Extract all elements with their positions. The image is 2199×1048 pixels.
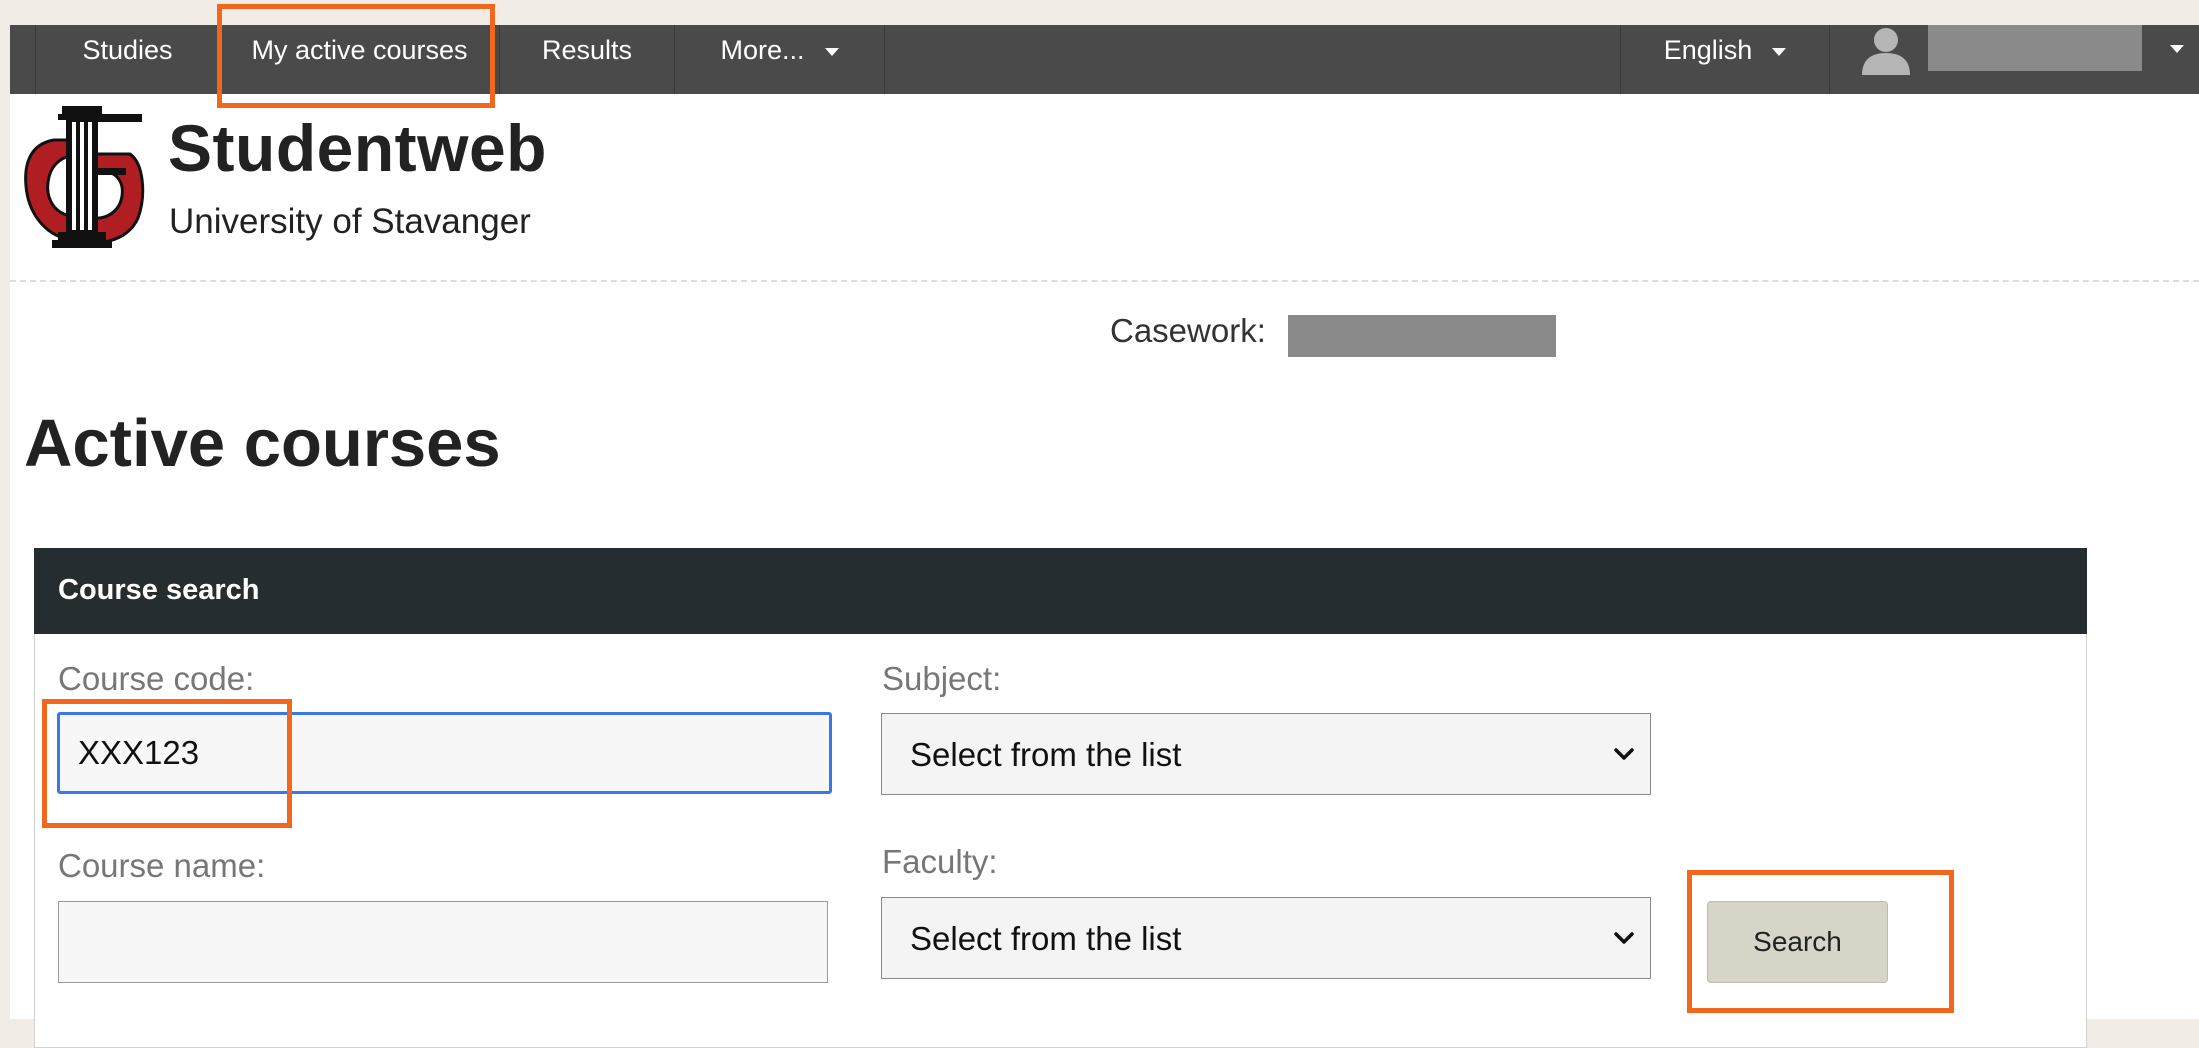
nav-item-my-active-courses[interactable]: My active courses xyxy=(220,25,500,94)
caret-down-icon xyxy=(824,47,839,56)
course-code-input[interactable] xyxy=(57,712,832,794)
top-navigation-bar: Studies My active courses Results More..… xyxy=(10,25,2199,94)
search-button[interactable]: Search xyxy=(1707,901,1888,983)
panel-title: Course search xyxy=(58,574,260,606)
caret-down-icon xyxy=(1772,47,1787,56)
nav-item-label: My active courses xyxy=(251,35,468,65)
course-name-input[interactable] xyxy=(58,901,828,983)
nav-item-studies[interactable]: Studies xyxy=(35,25,220,94)
nav-item-results[interactable]: Results xyxy=(500,25,675,94)
faculty-label: Faculty: xyxy=(882,843,998,880)
language-selector[interactable]: English xyxy=(1620,25,1830,94)
nav-item-more[interactable]: More... xyxy=(675,25,885,94)
subject-select[interactable]: Select from the list xyxy=(881,713,1651,795)
faculty-select[interactable]: Select from the list xyxy=(881,897,1651,979)
person-silhouette-icon[interactable] xyxy=(1858,25,1914,75)
course-name-label: Course name: xyxy=(58,847,266,884)
course-code-label: Course code: xyxy=(58,660,255,697)
casework-label: Casework: xyxy=(1110,312,1266,349)
page-title: Active courses xyxy=(24,406,501,481)
nav-item-label: More... xyxy=(720,35,805,65)
subject-selected-value: Select from the list xyxy=(910,736,1182,773)
course-search-panel-header: Course search xyxy=(34,548,2087,634)
nav-item-label: Studies xyxy=(82,35,173,65)
nav-item-label: Results xyxy=(541,35,633,65)
casework-value-redacted xyxy=(1288,315,1556,357)
header-divider xyxy=(10,280,2199,282)
chevron-down-icon xyxy=(1614,748,1634,760)
user-name-redacted[interactable] xyxy=(1928,25,2142,71)
faculty-selected-value: Select from the list xyxy=(910,920,1182,957)
institution-name: University of Stavanger xyxy=(169,202,531,241)
subject-label: Subject: xyxy=(882,660,1002,697)
app-title: Studentweb xyxy=(168,111,547,185)
university-logo xyxy=(24,106,145,248)
chevron-down-icon xyxy=(1614,932,1634,944)
caret-down-icon[interactable] xyxy=(2170,45,2184,53)
language-label: English xyxy=(1663,35,1753,65)
